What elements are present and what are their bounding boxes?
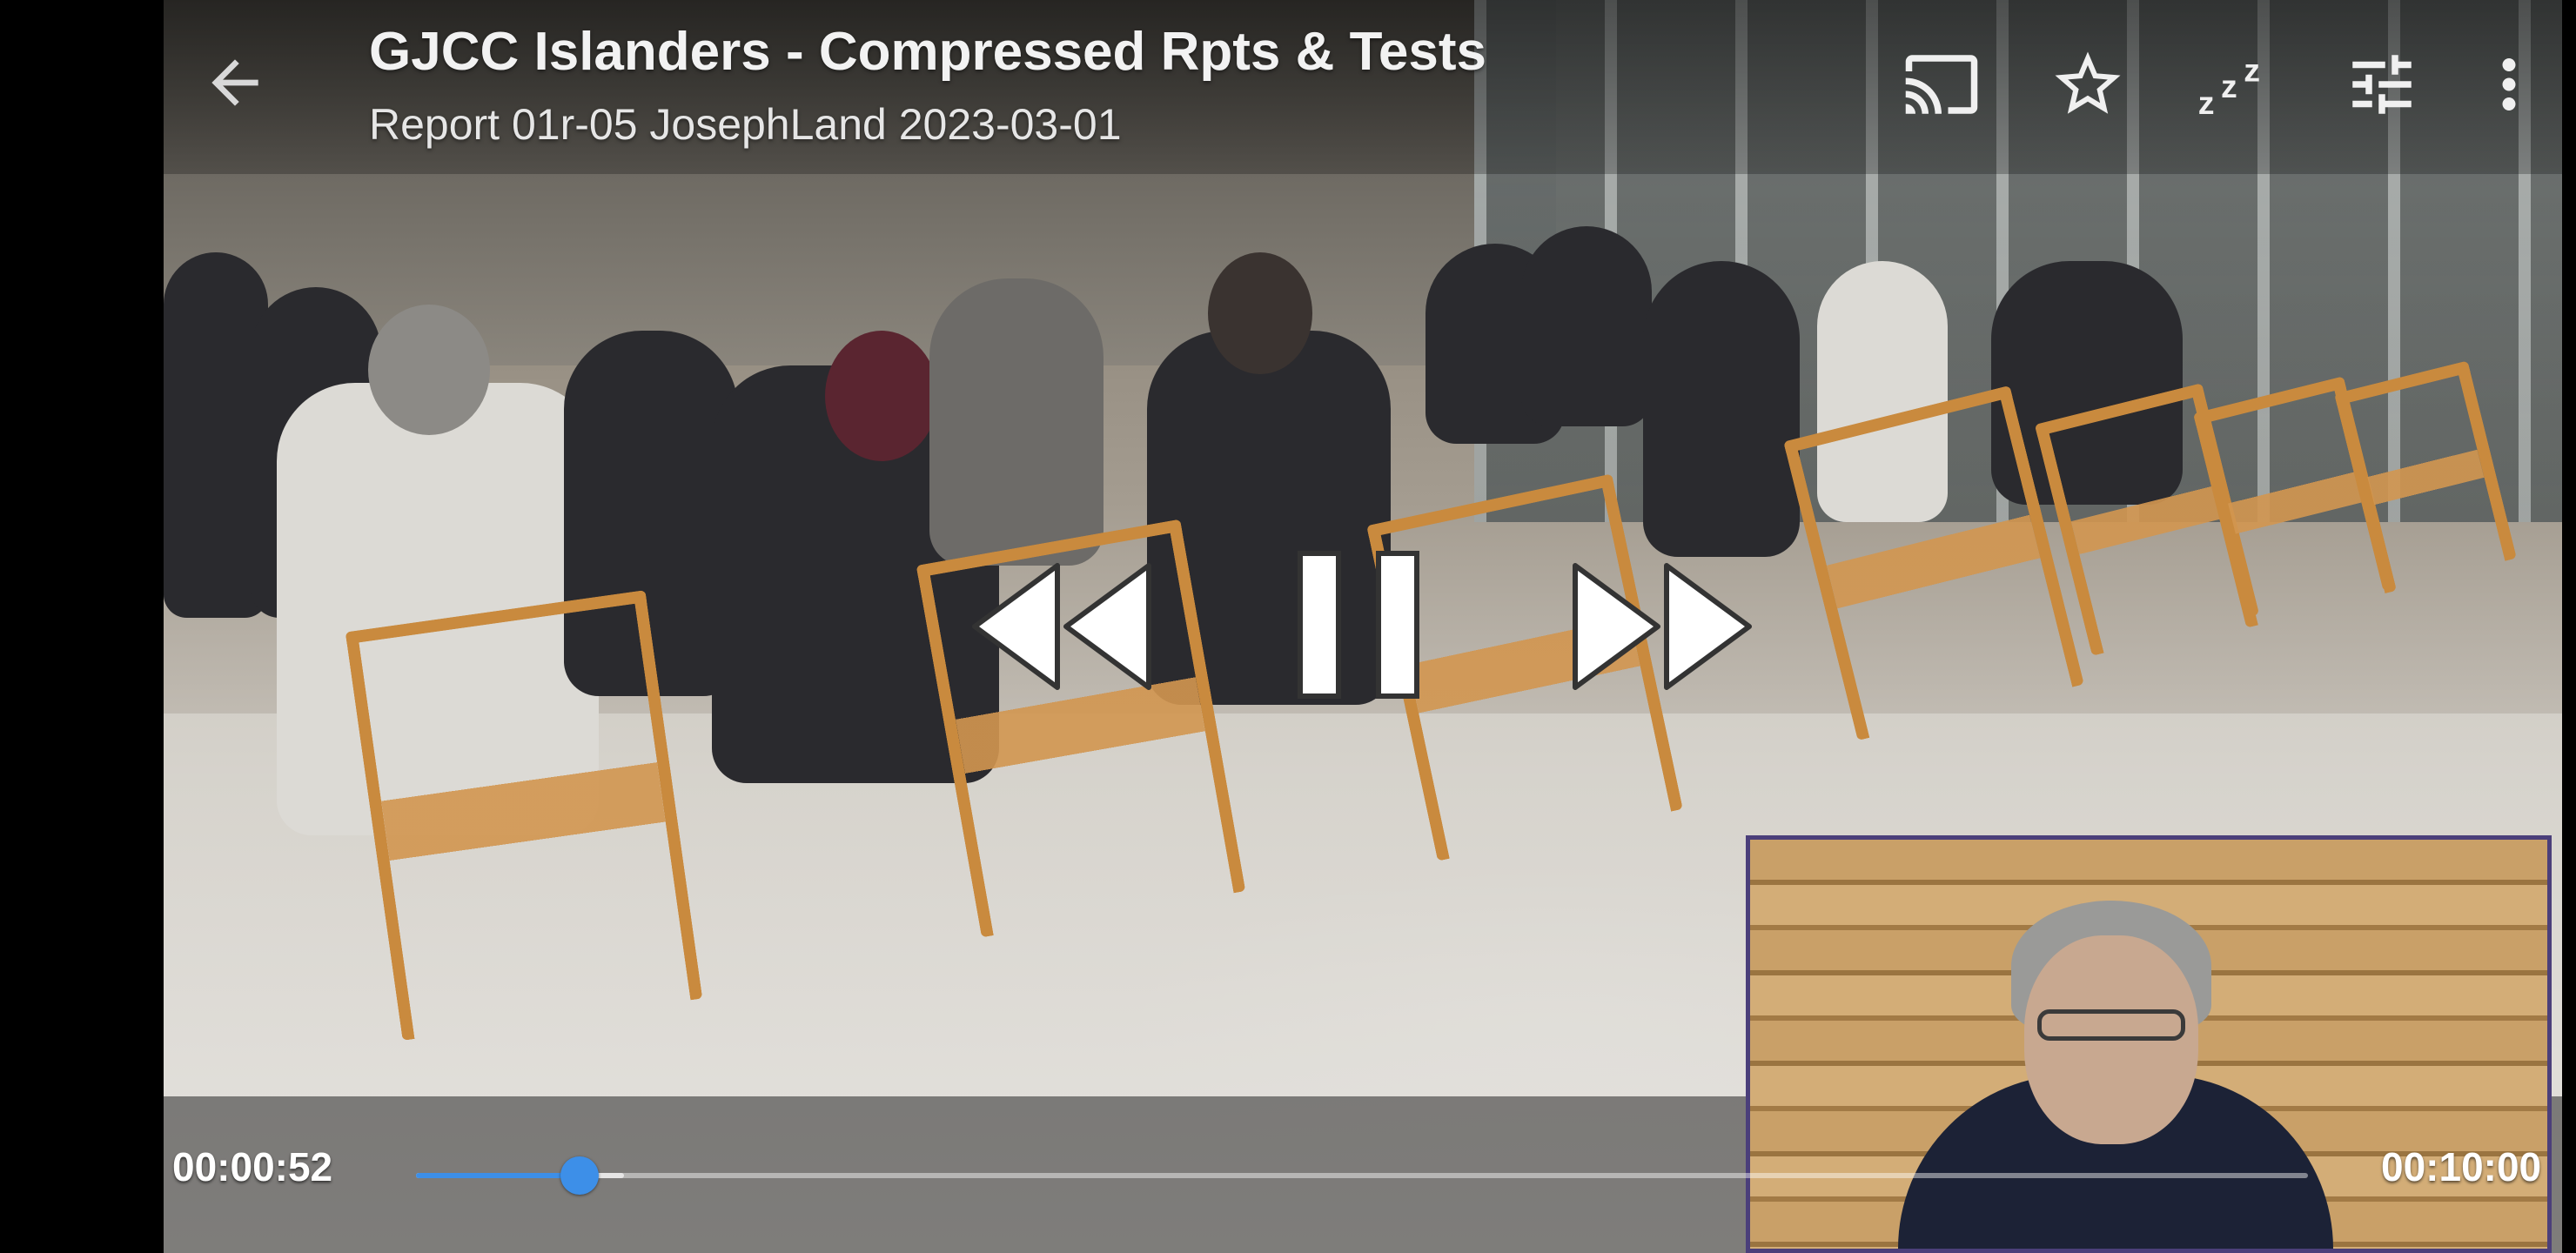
more-options-button[interactable] (2470, 45, 2548, 124)
sleep-timer-button[interactable]: z z z (2195, 45, 2273, 124)
pause-button[interactable] (1293, 546, 1424, 703)
favorite-button[interactable] (2049, 45, 2127, 124)
pip-presenter-glasses (2037, 1009, 2185, 1041)
seek-bar[interactable] (416, 1156, 2308, 1195)
rewind-button[interactable] (966, 557, 1166, 696)
svg-text:z: z (2244, 51, 2260, 88)
duration-time: 00:10:00 (2381, 1144, 2542, 1189)
fast-forward-icon (1573, 563, 1752, 690)
fast-forward-button[interactable] (1566, 557, 1767, 696)
audience-person (1521, 226, 1652, 426)
current-time: 00:00:52 (172, 1144, 333, 1189)
audience-head (1208, 252, 1312, 374)
audience-head (368, 305, 490, 435)
pause-icon (1298, 551, 1419, 699)
cast-icon (1905, 55, 1978, 114)
back-arrow-icon (211, 59, 258, 106)
cast-button[interactable] (1902, 45, 1981, 124)
pip-presenter-video[interactable] (1746, 835, 2552, 1253)
rewind-icon (972, 563, 1151, 690)
chair (345, 590, 703, 1041)
video-title: GJCC Islanders - Compressed Rpts & Tests (369, 22, 1486, 82)
seek-progress (416, 1173, 580, 1178)
svg-text:z: z (2221, 68, 2237, 104)
sleep-timer-icon: z z z (2198, 51, 2260, 121)
more-vert-icon (2502, 58, 2516, 111)
equalizer-icon (2352, 55, 2412, 114)
equalizer-button[interactable] (2343, 45, 2421, 124)
video-subtitle: Report 01r-05 JosephLand 2023-03-01 (369, 100, 1122, 149)
audience-person (929, 278, 1104, 566)
svg-text:z: z (2198, 84, 2215, 121)
audience-person (1643, 261, 1800, 557)
back-button[interactable] (200, 48, 270, 117)
audience-head (825, 331, 938, 461)
star-icon (2055, 51, 2121, 114)
